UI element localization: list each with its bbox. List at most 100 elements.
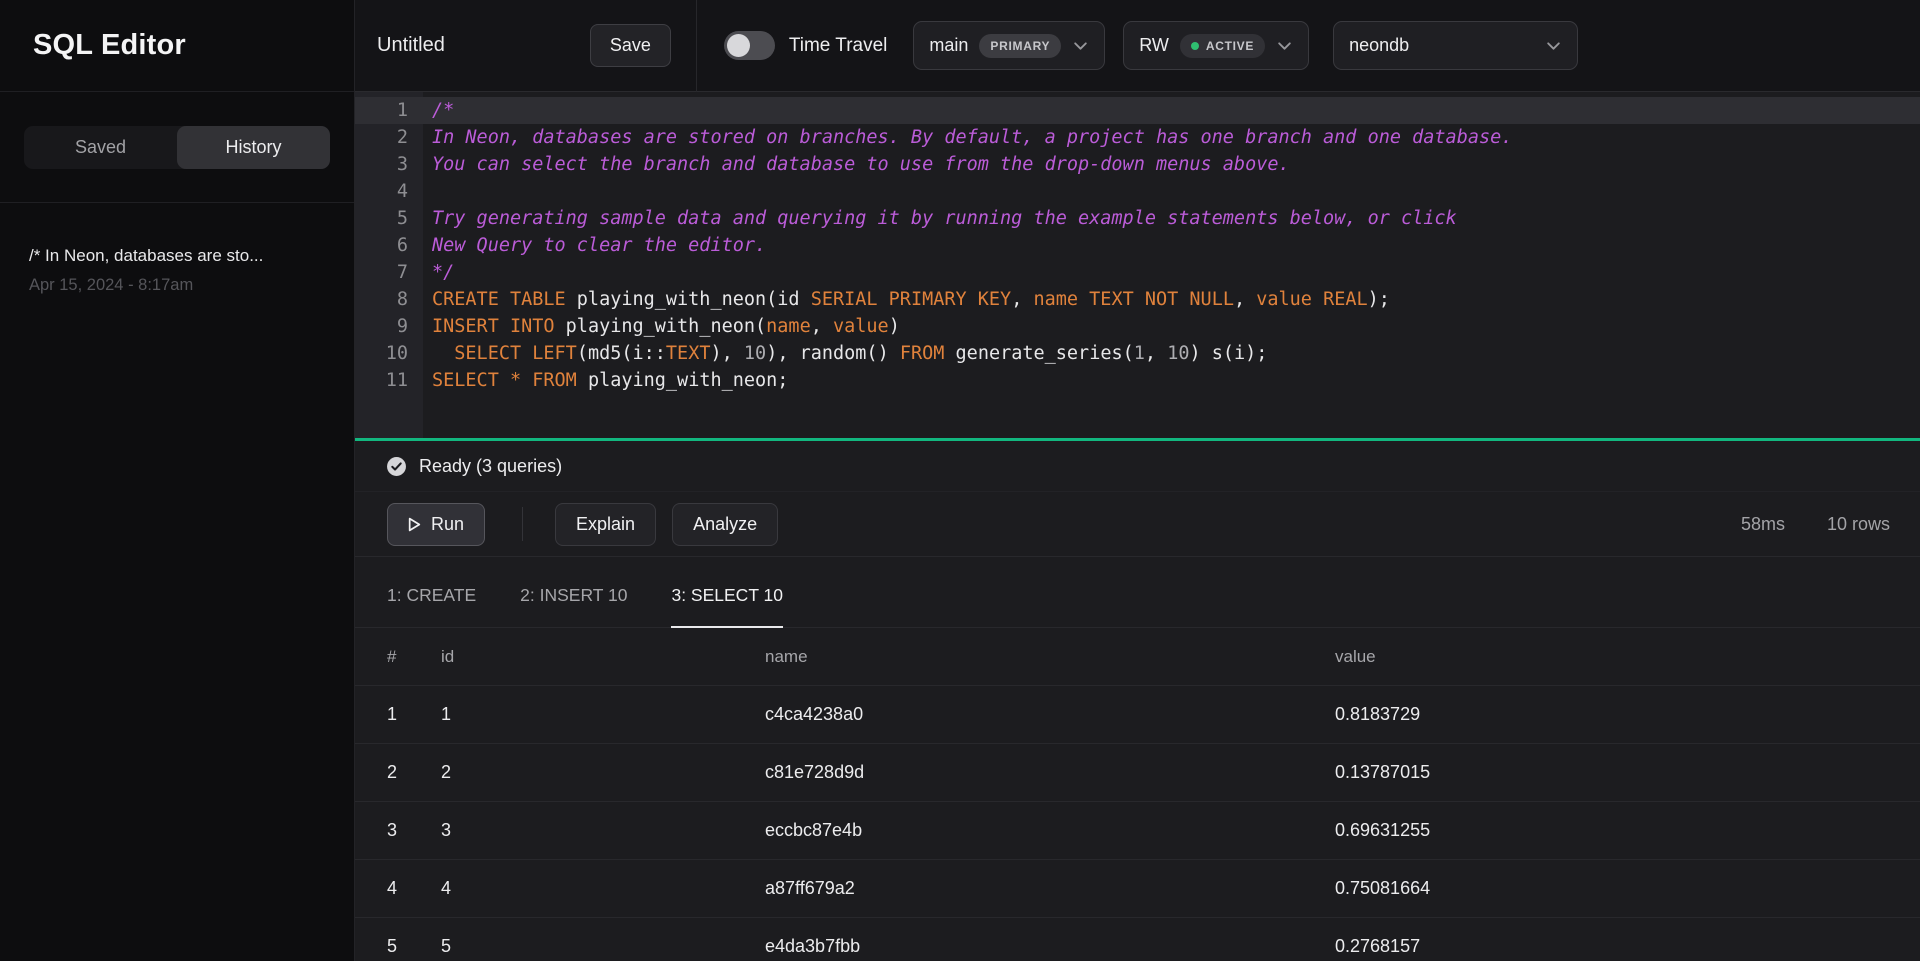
- table-cell: 0.75081664: [1335, 878, 1920, 899]
- editor-line[interactable]: 5Try generating sample data and querying…: [355, 205, 1920, 232]
- run-button-label: Run: [431, 514, 464, 535]
- query-duration: 58ms: [1741, 514, 1785, 535]
- sidebar: SQL Editor Saved History /* In Neon, dat…: [0, 0, 355, 961]
- topbar-divider: [696, 0, 697, 92]
- editor-line[interactable]: 10 SELECT LEFT(md5(i::TEXT), 10), random…: [355, 340, 1920, 367]
- editor-line[interactable]: 2In Neon, databases are stored on branch…: [355, 124, 1920, 151]
- line-number: 5: [355, 205, 423, 232]
- action-divider: [522, 507, 523, 541]
- table-cell: 2: [387, 762, 441, 783]
- status-row: Ready (3 queries): [355, 441, 1920, 491]
- result-tab[interactable]: 2: INSERT 10: [520, 585, 627, 628]
- sql-editor[interactable]: 1/*2In Neon, databases are stored on bra…: [355, 92, 1920, 438]
- tab-history[interactable]: History: [177, 126, 330, 169]
- table-cell: 0.8183729: [1335, 704, 1920, 725]
- editor-line[interactable]: 1/*: [355, 97, 1920, 124]
- table-cell: a87ff679a2: [765, 878, 1335, 899]
- result-tabs: 1: CREATE 2: INSERT 10 3: SELECT 10: [355, 557, 1920, 628]
- table-cell: 0.2768157: [1335, 936, 1920, 957]
- table-header-row: #idnamevalue: [355, 628, 1920, 686]
- table-row[interactable]: 11c4ca4238a00.8183729: [355, 686, 1920, 744]
- analyze-button[interactable]: Analyze: [672, 503, 778, 546]
- toggle-knob-icon: [727, 34, 750, 57]
- line-number: 1: [355, 97, 423, 124]
- query-title[interactable]: Untitled: [377, 34, 445, 57]
- branch-name: main: [929, 35, 968, 56]
- saved-history-tabs: Saved History: [24, 126, 330, 169]
- editor-line[interactable]: 9INSERT INTO playing_with_neon(name, val…: [355, 313, 1920, 340]
- results-table: #idnamevalue11c4ca4238a00.818372922c81e7…: [355, 628, 1920, 961]
- line-code: [423, 178, 432, 205]
- save-button[interactable]: Save: [590, 24, 671, 67]
- table-row[interactable]: 55e4da3b7fbb0.2768157: [355, 918, 1920, 961]
- result-tab[interactable]: 1: CREATE: [387, 585, 476, 628]
- table-cell: 3: [387, 820, 441, 841]
- table-cell: 2: [441, 762, 765, 783]
- branch-primary-badge: PRIMARY: [979, 34, 1061, 58]
- table-cell: 1: [441, 704, 765, 725]
- line-code: In Neon, databases are stored on branche…: [423, 124, 1512, 151]
- table-cell: e4da3b7fbb: [765, 936, 1335, 957]
- table-row[interactable]: 44a87ff679a20.75081664: [355, 860, 1920, 918]
- table-header-cell: value: [1335, 647, 1920, 667]
- branch-select[interactable]: main PRIMARY: [913, 21, 1105, 70]
- line-code: Try generating sample data and querying …: [423, 205, 1457, 232]
- editor-line[interactable]: 4: [355, 178, 1920, 205]
- table-cell: 1: [387, 704, 441, 725]
- database-select[interactable]: neondb: [1333, 21, 1578, 70]
- editor-lines: 1/*2In Neon, databases are stored on bra…: [355, 97, 1920, 394]
- query-row-count: 10 rows: [1827, 514, 1890, 535]
- app-root: SQL Editor Saved History /* In Neon, dat…: [0, 0, 1920, 961]
- table-cell: eccbc87e4b: [765, 820, 1335, 841]
- compute-status-badge: ACTIVE: [1180, 34, 1265, 58]
- line-number: 8: [355, 286, 423, 313]
- table-row[interactable]: 33eccbc87e4b0.69631255: [355, 802, 1920, 860]
- chevron-down-icon: [1545, 37, 1562, 54]
- compute-select[interactable]: RW ACTIVE: [1123, 21, 1309, 70]
- editor-line[interactable]: 7*/: [355, 259, 1920, 286]
- chevron-down-icon: [1072, 37, 1089, 54]
- line-code: INSERT INTO playing_with_neon(name, valu…: [423, 313, 900, 340]
- table-header-cell: name: [765, 647, 1335, 667]
- status-text: Ready (3 queries): [419, 456, 562, 477]
- editor-line[interactable]: 8CREATE TABLE playing_with_neon(id SERIA…: [355, 286, 1920, 313]
- compute-name: RW: [1139, 35, 1169, 56]
- line-code: You can select the branch and database t…: [423, 151, 1290, 178]
- table-cell: 0.13787015: [1335, 762, 1920, 783]
- topbar: Untitled Save Time Travel main PRIMARY R…: [355, 0, 1920, 92]
- time-travel-label: Time Travel: [789, 35, 888, 57]
- table-cell: c4ca4238a0: [765, 704, 1335, 725]
- editor-line[interactable]: 3You can select the branch and database …: [355, 151, 1920, 178]
- database-name: neondb: [1349, 35, 1409, 56]
- editor-line[interactable]: 11SELECT * FROM playing_with_neon;: [355, 367, 1920, 394]
- line-number: 9: [355, 313, 423, 340]
- chevron-down-icon: [1276, 37, 1293, 54]
- table-header-cell: #: [387, 647, 441, 667]
- explain-button[interactable]: Explain: [555, 503, 656, 546]
- main-panel: Untitled Save Time Travel main PRIMARY R…: [355, 0, 1920, 961]
- table-cell: c81e728d9d: [765, 762, 1335, 783]
- line-number: 3: [355, 151, 423, 178]
- tab-saved[interactable]: Saved: [24, 126, 177, 169]
- line-code: */: [423, 259, 454, 286]
- line-number: 11: [355, 367, 423, 394]
- table-cell: 4: [441, 878, 765, 899]
- table-cell: 0.69631255: [1335, 820, 1920, 841]
- line-code: /*: [423, 97, 454, 124]
- table-row[interactable]: 22c81e728d9d0.13787015: [355, 744, 1920, 802]
- history-item[interactable]: /* In Neon, databases are sto... Apr 15,…: [0, 203, 354, 295]
- ready-check-icon: [386, 456, 407, 477]
- line-number: 2: [355, 124, 423, 151]
- active-dot-icon: [1191, 42, 1199, 50]
- line-number: 6: [355, 232, 423, 259]
- table-cell: 5: [441, 936, 765, 957]
- history-item-timestamp: Apr 15, 2024 - 8:17am: [29, 276, 325, 295]
- play-icon: [408, 517, 421, 532]
- time-travel-toggle[interactable]: [724, 31, 775, 60]
- table-cell: 4: [387, 878, 441, 899]
- run-button[interactable]: Run: [387, 503, 485, 546]
- result-tab[interactable]: 3: SELECT 10: [671, 585, 783, 628]
- editor-line[interactable]: 6New Query to clear the editor.: [355, 232, 1920, 259]
- query-metrics: 58ms 10 rows: [1741, 514, 1890, 535]
- table-header-cell: id: [441, 647, 765, 667]
